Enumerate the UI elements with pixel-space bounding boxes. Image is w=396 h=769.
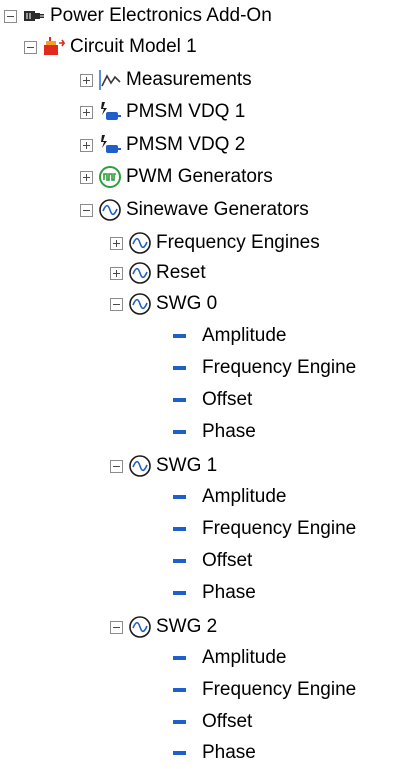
tree-node-label: Reset bbox=[156, 262, 206, 283]
tree-leaf-frequency-engine[interactable]: Frequency Engine bbox=[168, 354, 356, 382]
parameter-dash-icon bbox=[173, 688, 186, 692]
collapse-toggle[interactable] bbox=[4, 9, 17, 23]
expand-toggle[interactable] bbox=[80, 138, 93, 152]
tree-leaf-amplitude[interactable]: Amplitude bbox=[168, 483, 287, 511]
tree-leaf-label: Offset bbox=[202, 711, 253, 732]
parameter-dash-icon bbox=[173, 591, 186, 595]
parameter-dash-icon bbox=[173, 720, 186, 724]
collapse-toggle[interactable] bbox=[110, 620, 123, 634]
pwm-icon bbox=[98, 165, 122, 189]
parameter-dash-icon bbox=[173, 398, 186, 402]
motor-icon bbox=[98, 133, 122, 157]
tree-leaf-amplitude[interactable]: Amplitude bbox=[168, 644, 287, 672]
sine-icon bbox=[128, 454, 152, 478]
tree-node-pwm-generators[interactable]: PWM Generators bbox=[80, 163, 273, 191]
tree-leaf-offset[interactable]: Offset bbox=[168, 547, 252, 575]
tree-node-label: Circuit Model 1 bbox=[70, 36, 197, 57]
tree-leaf-label: Amplitude bbox=[202, 325, 287, 346]
expand-toggle[interactable] bbox=[80, 73, 93, 87]
sine-icon bbox=[98, 198, 122, 222]
tree-node-swg-2[interactable]: SWG 2 bbox=[110, 613, 217, 641]
waveform-icon bbox=[98, 68, 122, 92]
tree-node-label: SWG 2 bbox=[156, 616, 218, 637]
collapse-toggle[interactable] bbox=[24, 40, 37, 54]
tree-leaf-label: Phase bbox=[202, 742, 256, 763]
tree-node-label: Measurements bbox=[126, 69, 252, 90]
tree-node-frequency-engines[interactable]: Frequency Engines bbox=[110, 229, 320, 257]
tree-node-label: SWG 1 bbox=[156, 455, 218, 476]
tree-node-label: PMSM VDQ 1 bbox=[126, 101, 246, 122]
sine-icon bbox=[128, 261, 152, 285]
collapse-toggle[interactable] bbox=[110, 459, 123, 473]
tree-node-sinewave-generators[interactable]: Sinewave Generators bbox=[80, 196, 309, 224]
expand-toggle[interactable] bbox=[80, 170, 93, 184]
collapse-toggle[interactable] bbox=[80, 203, 93, 217]
motor-icon bbox=[98, 100, 122, 124]
sine-icon bbox=[128, 231, 152, 255]
tree-node-label: PWM Generators bbox=[126, 166, 273, 187]
tree-leaf-frequency-engine[interactable]: Frequency Engine bbox=[168, 515, 356, 543]
tree-leaf-label: Offset bbox=[202, 389, 253, 410]
tree-node-label: PMSM VDQ 2 bbox=[126, 134, 246, 155]
tree-node-label: Power Electronics Add-On bbox=[50, 5, 272, 26]
sine-icon bbox=[128, 292, 152, 316]
tree-node-pmsm-vdq-1[interactable]: PMSM VDQ 1 bbox=[80, 98, 245, 126]
tree-view: Power Electronics Add-On Circuit Model 1… bbox=[0, 0, 396, 769]
sine-icon bbox=[128, 615, 152, 639]
parameter-dash-icon bbox=[173, 366, 186, 370]
parameter-dash-icon bbox=[173, 527, 186, 531]
tree-leaf-label: Amplitude bbox=[202, 647, 287, 668]
tree-leaf-phase[interactable]: Phase bbox=[168, 739, 256, 767]
parameter-dash-icon bbox=[173, 751, 186, 755]
tree-leaf-phase[interactable]: Phase bbox=[168, 418, 256, 446]
tree-leaf-label: Phase bbox=[202, 421, 256, 442]
tree-leaf-frequency-engine[interactable]: Frequency Engine bbox=[168, 676, 356, 704]
expand-toggle[interactable] bbox=[110, 236, 123, 250]
tree-leaf-amplitude[interactable]: Amplitude bbox=[168, 322, 287, 350]
tree-leaf-offset[interactable]: Offset bbox=[168, 708, 252, 736]
tree-node-reset[interactable]: Reset bbox=[110, 259, 206, 287]
tree-node-label: Sinewave Generators bbox=[126, 199, 309, 220]
tree-node-pmsm-vdq-2[interactable]: PMSM VDQ 2 bbox=[80, 131, 245, 159]
tree-leaf-label: Amplitude bbox=[202, 486, 287, 507]
tree-node-swg-1[interactable]: SWG 1 bbox=[110, 452, 217, 480]
parameter-dash-icon bbox=[173, 656, 186, 660]
tree-leaf-label: Frequency Engine bbox=[202, 357, 357, 378]
collapse-toggle[interactable] bbox=[110, 297, 123, 311]
parameter-dash-icon bbox=[173, 559, 186, 563]
tree-node-label: SWG 0 bbox=[156, 293, 218, 314]
circuit-model-icon bbox=[42, 35, 66, 59]
tree-leaf-label: Offset bbox=[202, 550, 253, 571]
tree-leaf-label: Frequency Engine bbox=[202, 679, 357, 700]
tree-node-swg-0[interactable]: SWG 0 bbox=[110, 290, 217, 318]
tree-leaf-phase[interactable]: Phase bbox=[168, 579, 256, 607]
plugin-icon bbox=[22, 4, 46, 28]
tree-node-label: Frequency Engines bbox=[156, 232, 320, 253]
tree-node-power-electronics-add-on[interactable]: Power Electronics Add-On bbox=[4, 2, 272, 30]
tree-leaf-label: Frequency Engine bbox=[202, 518, 357, 539]
tree-leaf-label: Phase bbox=[202, 582, 256, 603]
tree-leaf-offset[interactable]: Offset bbox=[168, 386, 252, 414]
expand-toggle[interactable] bbox=[80, 105, 93, 119]
parameter-dash-icon bbox=[173, 430, 186, 434]
tree-node-circuit-model-1[interactable]: Circuit Model 1 bbox=[24, 33, 197, 61]
parameter-dash-icon bbox=[173, 495, 186, 499]
expand-toggle[interactable] bbox=[110, 266, 123, 280]
parameter-dash-icon bbox=[173, 334, 186, 338]
tree-node-measurements[interactable]: Measurements bbox=[80, 66, 252, 94]
